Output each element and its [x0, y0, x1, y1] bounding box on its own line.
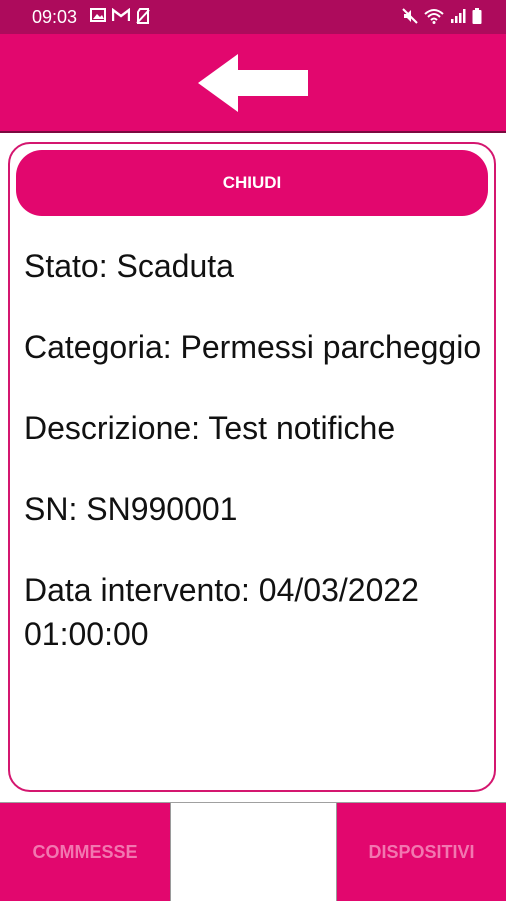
status-time: 09:03	[32, 7, 78, 27]
nav-middle-blank	[170, 803, 337, 901]
status-bar: 09:03	[0, 0, 506, 34]
signal-icon	[450, 8, 466, 24]
header-bar	[0, 34, 506, 133]
status-right-icons	[402, 8, 482, 24]
bottom-nav: COMMESSE DISPOSITIVI	[0, 802, 506, 901]
no-sim-icon	[136, 8, 150, 24]
back-button[interactable]	[196, 52, 312, 114]
detail-fields: Stato: Scaduta Categoria: Permessi parch…	[24, 244, 484, 693]
wifi-icon	[424, 8, 444, 24]
field-categoria: Categoria: Permessi parcheggio	[24, 329, 482, 365]
arrow-left-icon	[198, 54, 308, 112]
field-data-intervento: Data intervento: 04/03/2022 01:00:00	[24, 572, 419, 652]
field-descrizione: Descrizione: Test notifiche	[24, 410, 396, 446]
mute-icon	[402, 8, 418, 24]
gmail-icon	[112, 8, 130, 24]
nav-commesse-button[interactable]: COMMESSE	[0, 803, 170, 901]
field-stato: Stato: Scaduta	[24, 248, 234, 284]
battery-icon	[472, 8, 482, 24]
status-left-icons	[90, 8, 150, 24]
detail-card: CHIUDI Stato: Scaduta Categoria: Permess…	[8, 142, 496, 792]
image-icon	[90, 8, 106, 24]
field-sn: SN: SN990001	[24, 491, 238, 527]
close-button[interactable]: CHIUDI	[16, 150, 488, 216]
nav-dispositivi-button[interactable]: DISPOSITIVI	[337, 803, 506, 901]
